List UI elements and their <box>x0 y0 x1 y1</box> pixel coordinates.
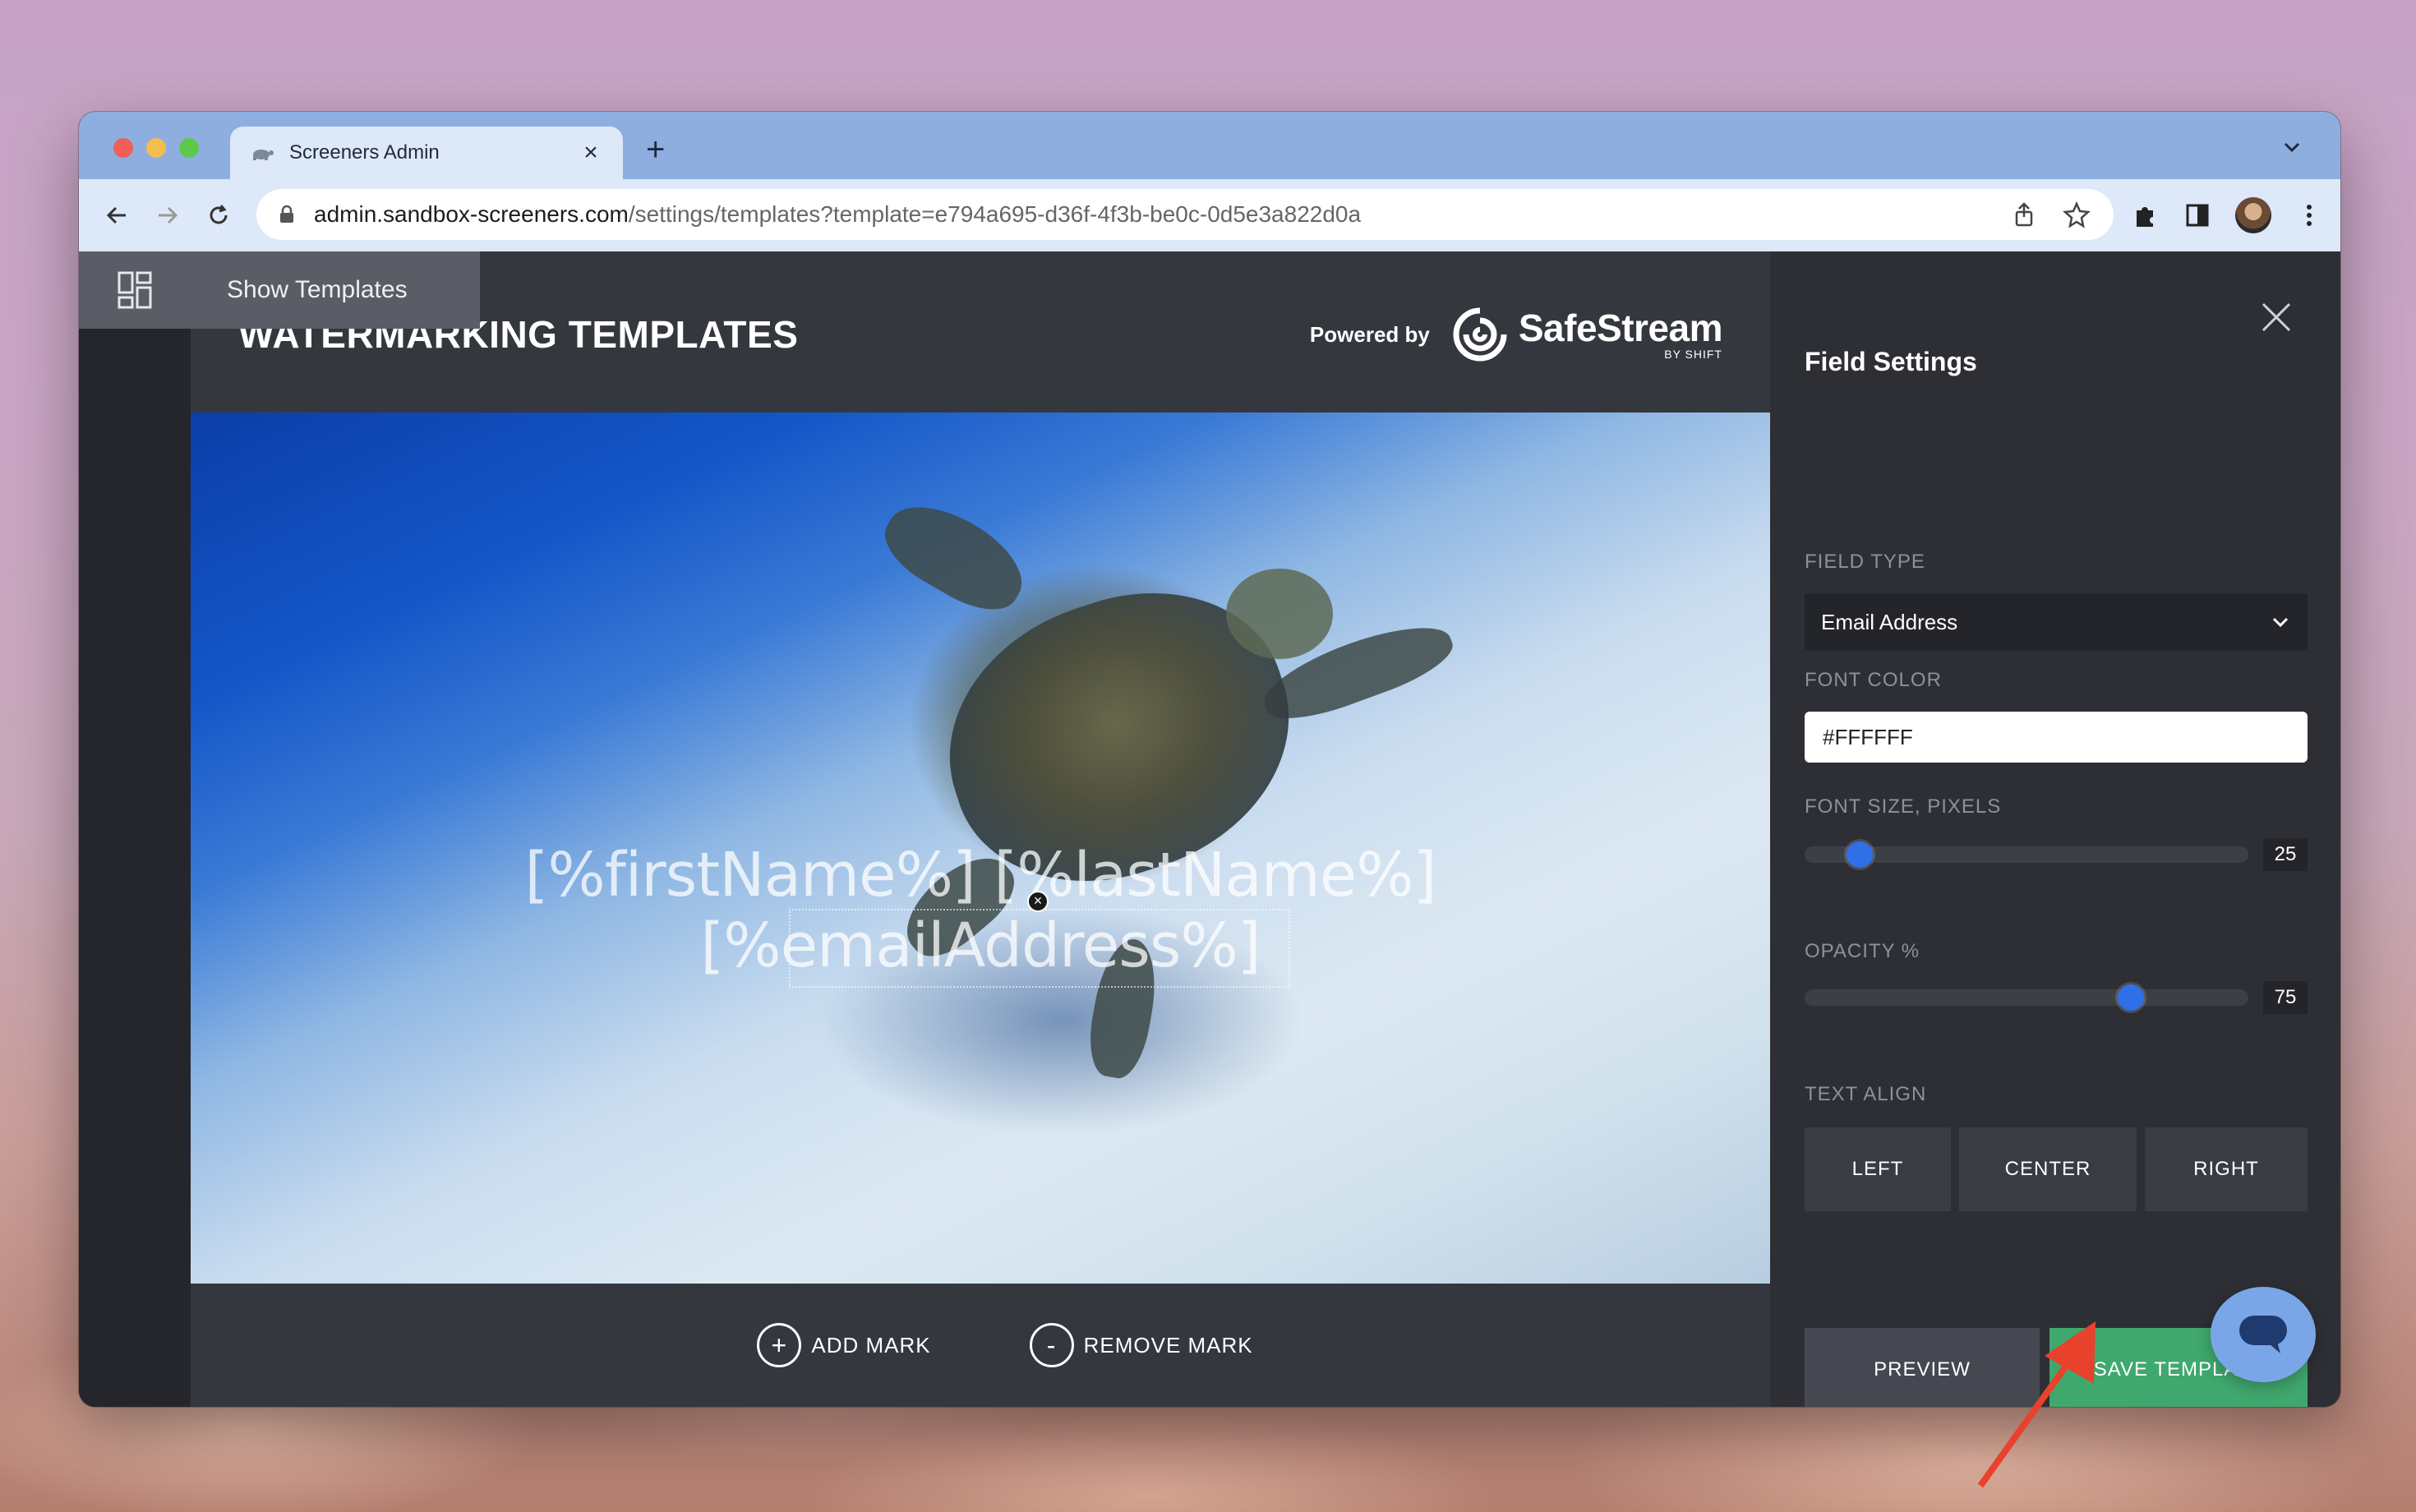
font-size-slider[interactable] <box>1805 841 2248 868</box>
reload-icon[interactable] <box>202 199 235 232</box>
field-settings-panel: Field Settings FIELD TYPE Email Address … <box>1770 251 2340 1407</box>
watermark-line-1[interactable]: [%firstName%] [%lastName%] <box>191 840 1770 910</box>
address-bar[interactable]: admin.sandbox-screeners.com/settings/tem… <box>256 189 2114 240</box>
tab-title: Screeners Admin <box>289 141 440 164</box>
add-mark-button[interactable]: + ADD MARK <box>757 1323 930 1367</box>
font-size-label: FONT SIZE, PIXELS <box>1805 795 2002 818</box>
field-type-value: Email Address <box>1821 609 1958 634</box>
side-panel-icon[interactable] <box>2183 201 2212 230</box>
safestream-logo-icon <box>1453 307 1507 362</box>
watermark-line-2[interactable]: [%emailAddress%] <box>191 910 1770 981</box>
video-preview[interactable]: [%firstName%] [%lastName%] [%emailAddres… <box>191 413 1770 1284</box>
back-arrow-icon[interactable] <box>100 199 133 232</box>
url-host: admin.sandbox-screeners.com <box>314 201 629 227</box>
forward-arrow-icon[interactable] <box>151 199 184 232</box>
lock-icon <box>280 205 293 223</box>
align-left-button[interactable]: LEFT <box>1805 1127 1951 1211</box>
left-rail <box>79 251 191 1407</box>
profile-avatar[interactable] <box>2235 197 2271 233</box>
delete-mark-icon[interactable]: × <box>1027 891 1049 912</box>
panel-title: Field Settings <box>1805 347 1977 376</box>
app-content: Show Templates WATERMARKING TEMPLATES Po… <box>79 251 2340 1407</box>
turtle-head <box>1226 569 1333 659</box>
field-type-select[interactable]: Email Address <box>1805 593 2308 651</box>
template-editor: WATERMARKING TEMPLATES Powered by SafeSt… <box>191 251 1770 1407</box>
opacity-slider[interactable] <box>1805 984 2248 1011</box>
add-mark-label: ADD MARK <box>811 1332 931 1358</box>
chat-bubble-icon <box>2239 1316 2287 1353</box>
maximize-window-button[interactable] <box>179 138 199 158</box>
chevron-down-icon <box>2272 617 2289 628</box>
extensions-puzzle-icon[interactable] <box>2130 201 2160 230</box>
dashboard-grid-icon <box>118 271 152 309</box>
chat-widget-button[interactable] <box>2211 1287 2316 1382</box>
browser-toolbar: admin.sandbox-screeners.com/settings/tem… <box>79 179 2340 251</box>
powered-by-label: Powered by <box>1309 321 1430 347</box>
show-templates-button[interactable]: Show Templates <box>79 251 480 329</box>
turtle-flipper <box>872 487 1038 625</box>
new-tab-button[interactable]: + <box>646 133 665 166</box>
bookmark-star-icon[interactable] <box>2063 201 2091 228</box>
url-path: /settings/templates?template=e794a695-d3… <box>628 201 1362 227</box>
align-right-button[interactable]: RIGHT <box>2145 1127 2308 1211</box>
tab-search-chevron-icon[interactable] <box>2280 135 2304 159</box>
font-color-input[interactable]: #FFFFFF <box>1805 712 2308 763</box>
brand-name: SafeStream <box>1518 307 1723 349</box>
turtle-favicon-icon <box>250 145 274 161</box>
font-color-label: FONT COLOR <box>1805 669 1942 691</box>
browser-tab[interactable]: Screeners Admin × <box>230 127 623 179</box>
minus-circle-icon: - <box>1029 1323 1074 1367</box>
mark-actions: + ADD MARK - REMOVE MARK <box>191 1284 1770 1407</box>
show-templates-label: Show Templates <box>227 276 408 303</box>
plus-circle-icon: + <box>757 1323 802 1367</box>
close-window-button[interactable] <box>113 138 133 158</box>
share-icon[interactable] <box>2010 201 2038 228</box>
text-align-label: TEXT ALIGN <box>1805 1083 1927 1105</box>
more-menu-icon[interactable] <box>2294 201 2324 230</box>
opacity-value[interactable]: 75 <box>2263 981 2308 1014</box>
browser-window: Screeners Admin × + admin.sandbox-screen… <box>79 112 2340 1407</box>
tab-close-icon[interactable]: × <box>579 141 603 165</box>
annotation-arrow <box>1977 1321 2096 1488</box>
remove-mark-button[interactable]: - REMOVE MARK <box>1029 1323 1253 1367</box>
minimize-window-button[interactable] <box>146 138 166 158</box>
remove-mark-label: REMOVE MARK <box>1083 1332 1253 1358</box>
font-size-slider-thumb[interactable] <box>1846 841 1873 868</box>
opacity-label: OPACITY % <box>1805 940 1920 962</box>
brand-sub: BY SHIFT <box>1664 348 1722 361</box>
close-icon[interactable] <box>2258 299 2294 335</box>
opacity-slider-thumb[interactable] <box>2118 984 2144 1011</box>
align-center-button[interactable]: CENTER <box>1959 1127 2137 1211</box>
field-type-label: FIELD TYPE <box>1805 551 1925 573</box>
powered-by: Powered by SafeStream BY SHIFT <box>1309 304 1723 365</box>
tab-strip: Screeners Admin × + <box>79 112 2340 179</box>
font-size-value[interactable]: 25 <box>2263 838 2308 871</box>
